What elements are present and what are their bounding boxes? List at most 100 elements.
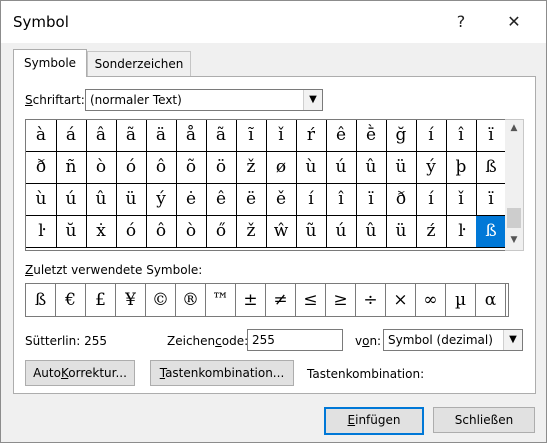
symbol-cell[interactable]: ñ (56, 152, 87, 184)
symbol-cell[interactable]: ã (116, 120, 147, 152)
recent-symbol[interactable]: € (56, 284, 86, 316)
symbol-cell[interactable]: à (26, 120, 57, 152)
recent-symbol[interactable]: © (146, 284, 176, 316)
symbol-cell[interactable]: û (356, 152, 387, 184)
symbol-cell[interactable]: ï (476, 184, 506, 216)
symbol-cell[interactable]: ê (206, 184, 237, 216)
from-select[interactable]: Symbol (dezimal) ▼ (383, 329, 523, 351)
symbol-cell[interactable]: ŕ (296, 120, 327, 152)
symbol-cell[interactable]: ŭ (56, 216, 87, 248)
insert-button[interactable]: Einfügen (324, 407, 424, 435)
symbol-cell[interactable]: û (356, 216, 387, 248)
symbol-cell[interactable]: ž (236, 216, 267, 248)
symbol-cell[interactable]: ú (56, 184, 87, 216)
symbol-cell[interactable]: ũ (296, 216, 327, 248)
symbol-cell[interactable]: ő (206, 216, 237, 248)
symbol-cell[interactable]: ð (386, 184, 417, 216)
symbol-cell[interactable]: â (86, 120, 117, 152)
recent-symbol[interactable]: × (386, 284, 416, 316)
symbol-cell[interactable]: ğ (386, 120, 417, 152)
symbol-cell[interactable]: ù (296, 152, 327, 184)
recent-symbol[interactable]: α (476, 284, 506, 316)
symbol-cell[interactable]: ü (386, 216, 417, 248)
symbol-cell[interactable]: ŵ (266, 216, 297, 248)
font-label: Schriftart: (25, 93, 85, 107)
recent-symbol[interactable]: ¥ (116, 284, 146, 316)
title-bar: Symbol ? ✕ (1, 1, 546, 43)
chevron-down-icon[interactable]: ▼ (503, 330, 522, 350)
recent-symbol[interactable]: ∞ (416, 284, 446, 316)
symbol-cell[interactable]: ǐ (446, 184, 477, 216)
recent-symbol[interactable]: ≥ (326, 284, 356, 316)
symbol-cell[interactable]: ý (146, 184, 177, 216)
help-button[interactable]: ? (447, 9, 475, 35)
recent-symbol[interactable]: ÷ (356, 284, 386, 316)
symbol-cell[interactable]: ô (146, 152, 177, 184)
symbol-cell[interactable]: ó (116, 152, 147, 184)
symbol-cell[interactable]: ê (326, 120, 357, 152)
symbol-cell[interactable]: í (296, 184, 327, 216)
symbol-cell[interactable]: ò (176, 216, 207, 248)
symbol-cell[interactable]: ḕ (356, 120, 387, 152)
symbol-cell[interactable]: ž (236, 152, 267, 184)
symbol-cell[interactable]: û (86, 184, 117, 216)
tab-sonderzeichen[interactable]: Sonderzeichen (87, 51, 191, 76)
recent-symbol[interactable]: ® (176, 284, 206, 316)
symbol-cell[interactable]: á (56, 120, 87, 152)
symbol-cell[interactable]: ë (236, 184, 267, 216)
symbol-cell[interactable]: ã (206, 120, 237, 152)
recent-symbol[interactable]: µ (446, 284, 476, 316)
symbol-cell[interactable]: å (176, 120, 207, 152)
symbol-cell[interactable]: ź (416, 216, 447, 248)
chevron-down-icon[interactable]: ▼ (303, 90, 322, 110)
symbol-cell[interactable]: ô (146, 216, 177, 248)
symbol-cell[interactable]: ė (176, 184, 207, 216)
recent-symbol[interactable]: ≠ (266, 284, 296, 316)
recent-symbol[interactable]: ™ (206, 284, 236, 316)
close-button[interactable]: Schließen (433, 407, 535, 433)
symbol-grid: àáâãäåãĩǐŕêḕğíîïðñòóôõöžøùúûüýþßùúûüýėêë… (25, 119, 507, 251)
symbol-cell[interactable]: ẋ (86, 216, 117, 248)
symbol-cell[interactable]: ö (206, 152, 237, 184)
recent-symbol[interactable]: ≤ (296, 284, 326, 316)
symbol-cell[interactable]: ä (146, 120, 177, 152)
symbol-cell[interactable]: ŀ (26, 216, 57, 248)
symbol-cell[interactable]: ě (266, 184, 297, 216)
symbol-cell[interactable]: ð (26, 152, 57, 184)
scroll-down-icon[interactable]: ▼ (505, 232, 523, 248)
symbol-cell[interactable]: ß (476, 216, 506, 248)
symbol-cell[interactable]: ß (476, 152, 506, 184)
code-input[interactable]: 255 (247, 329, 343, 351)
symbol-cell[interactable]: ý (416, 152, 447, 184)
symbol-cell[interactable]: ù (26, 184, 57, 216)
shortcut-button[interactable]: Tastenkombination... (150, 360, 294, 386)
recent-symbol[interactable]: £ (86, 284, 116, 316)
close-icon[interactable]: ✕ (500, 9, 528, 35)
symbol-cell[interactable]: ó (116, 216, 147, 248)
symbol-cell[interactable]: í (416, 184, 447, 216)
symbol-cell[interactable]: ï (356, 184, 387, 216)
tab-symbole[interactable]: Symbole (13, 49, 87, 77)
symbol-cell[interactable]: ü (116, 184, 147, 216)
symbol-cell[interactable]: ø (266, 152, 297, 184)
scroll-thumb[interactable] (507, 208, 521, 228)
symbol-cell[interactable]: ú (326, 216, 357, 248)
grid-scrollbar[interactable]: ▲ ▼ (505, 119, 524, 251)
symbol-cell[interactable]: ï (476, 120, 506, 152)
symbol-cell[interactable]: ǐ (266, 120, 297, 152)
scroll-up-icon[interactable]: ▲ (505, 120, 523, 136)
autocorrect-button[interactable]: AutoKorrektur... (25, 360, 135, 386)
symbol-cell[interactable]: î (326, 184, 357, 216)
symbol-cell[interactable]: í (416, 120, 447, 152)
symbol-cell[interactable]: î (446, 120, 477, 152)
font-select[interactable]: (normaler Text) ▼ (85, 89, 323, 111)
symbol-cell[interactable]: õ (176, 152, 207, 184)
symbol-cell[interactable]: ú (326, 152, 357, 184)
symbol-cell[interactable]: ĩ (236, 120, 267, 152)
symbol-cell[interactable]: ò (86, 152, 117, 184)
symbol-cell[interactable]: ŀ (446, 216, 477, 248)
symbol-cell[interactable]: þ (446, 152, 477, 184)
symbol-cell[interactable]: ü (386, 152, 417, 184)
recent-symbol[interactable]: ß (26, 284, 56, 316)
recent-symbol[interactable]: ± (236, 284, 266, 316)
